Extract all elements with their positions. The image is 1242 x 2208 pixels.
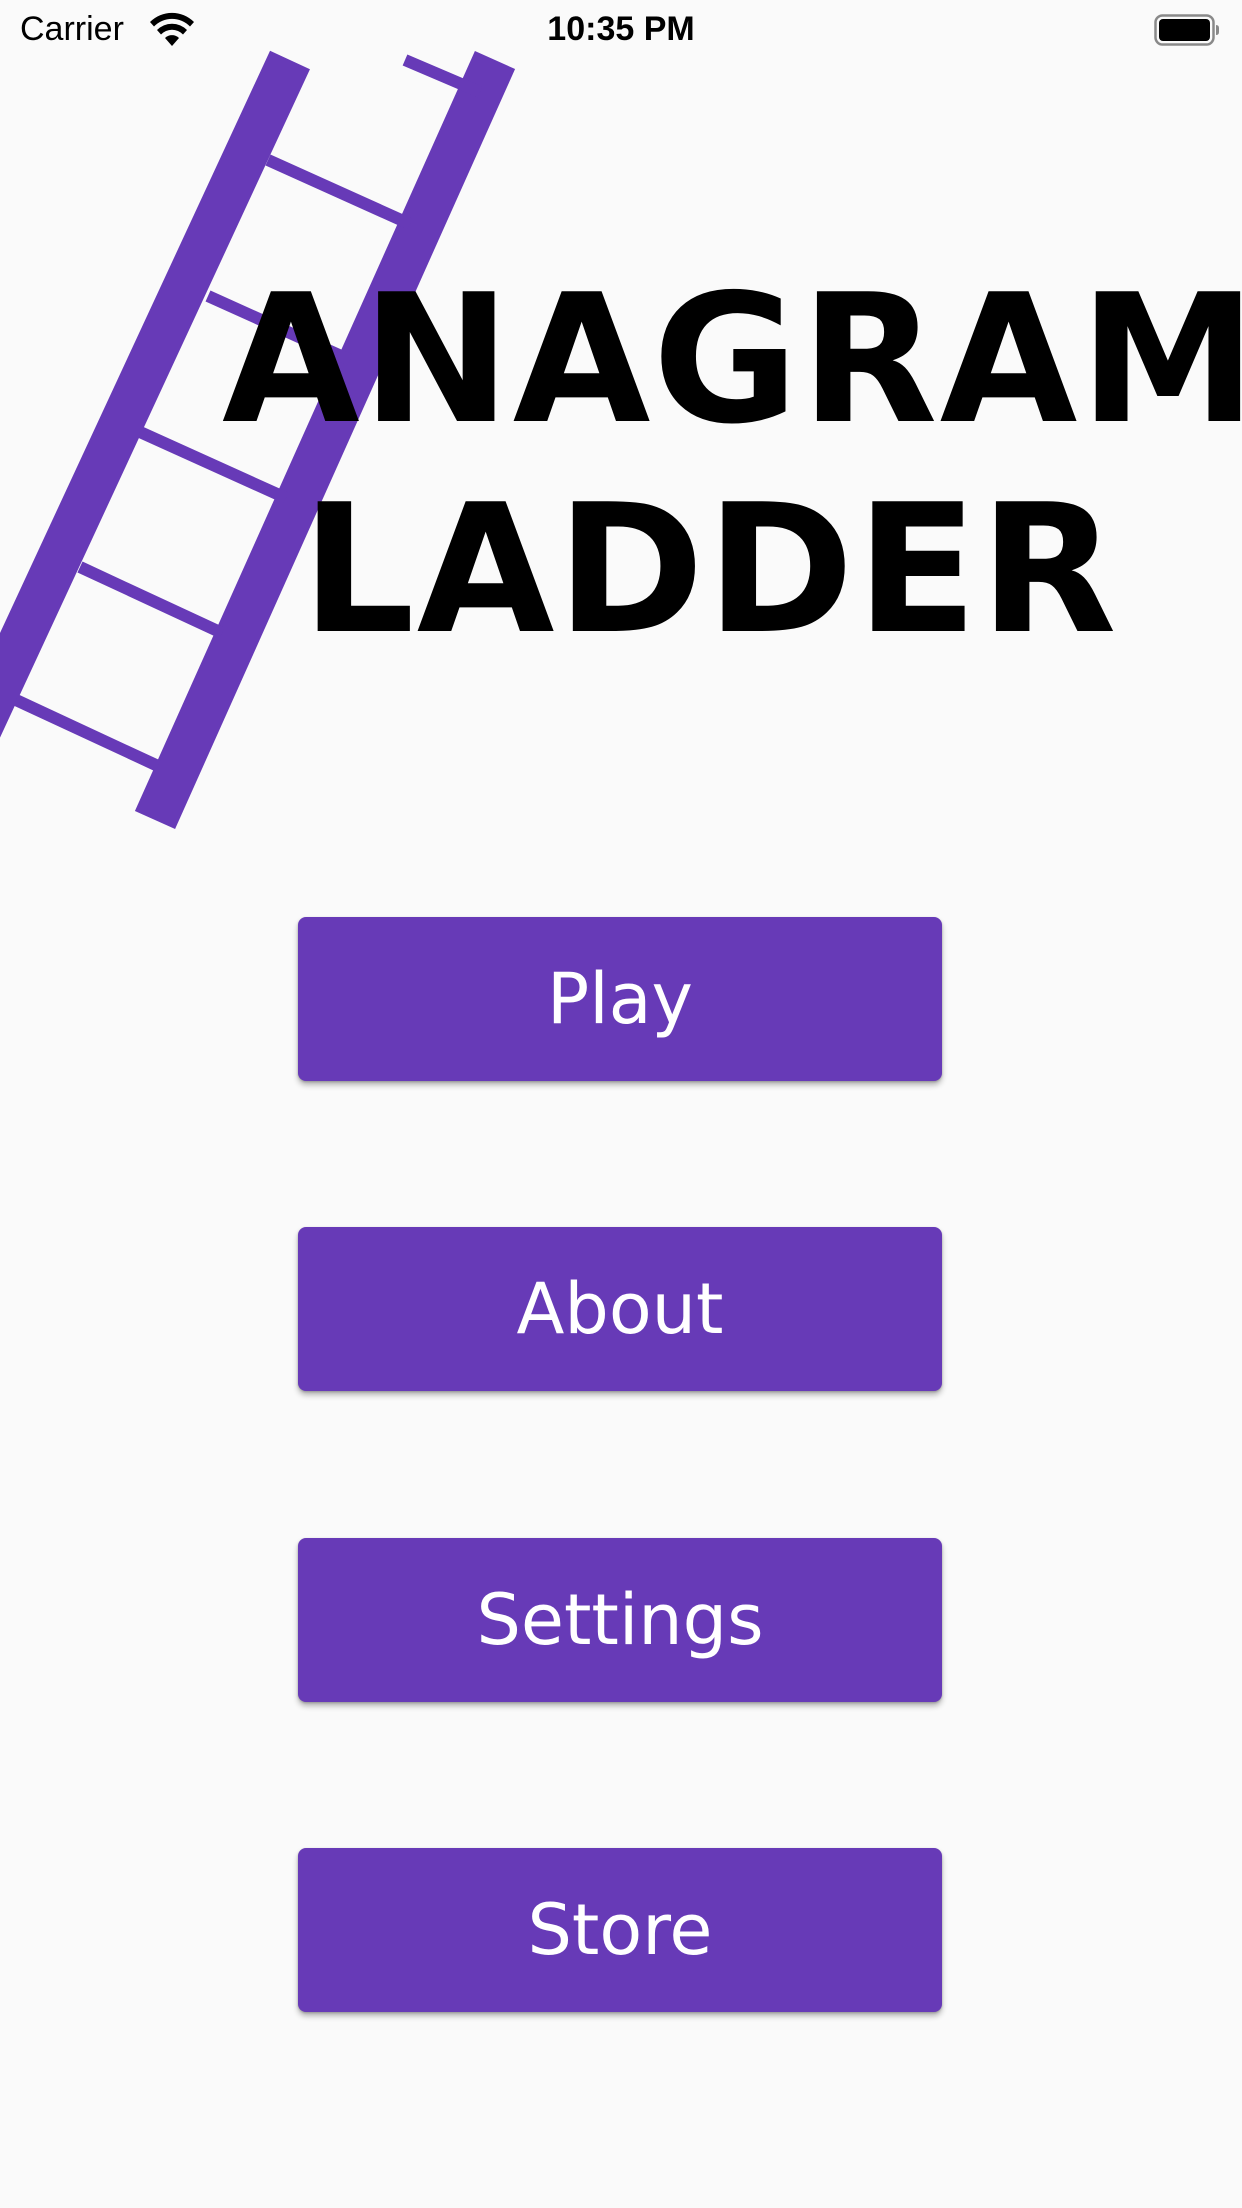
game-title: ANAGRAM LADDER (222, 255, 1242, 675)
settings-button[interactable]: Settings (298, 1538, 942, 1702)
ladder-rung (265, 154, 413, 230)
title-line-anagram: ANAGRAM (222, 256, 1242, 463)
about-button[interactable]: About (298, 1227, 942, 1391)
title-line-ladder: LADDER (301, 466, 1119, 673)
store-button[interactable]: Store (298, 1848, 942, 2012)
battery-icon (1154, 14, 1219, 46)
ladder-rung (77, 561, 225, 639)
play-button[interactable]: Play (298, 917, 942, 1081)
ladder-rung (13, 694, 161, 772)
